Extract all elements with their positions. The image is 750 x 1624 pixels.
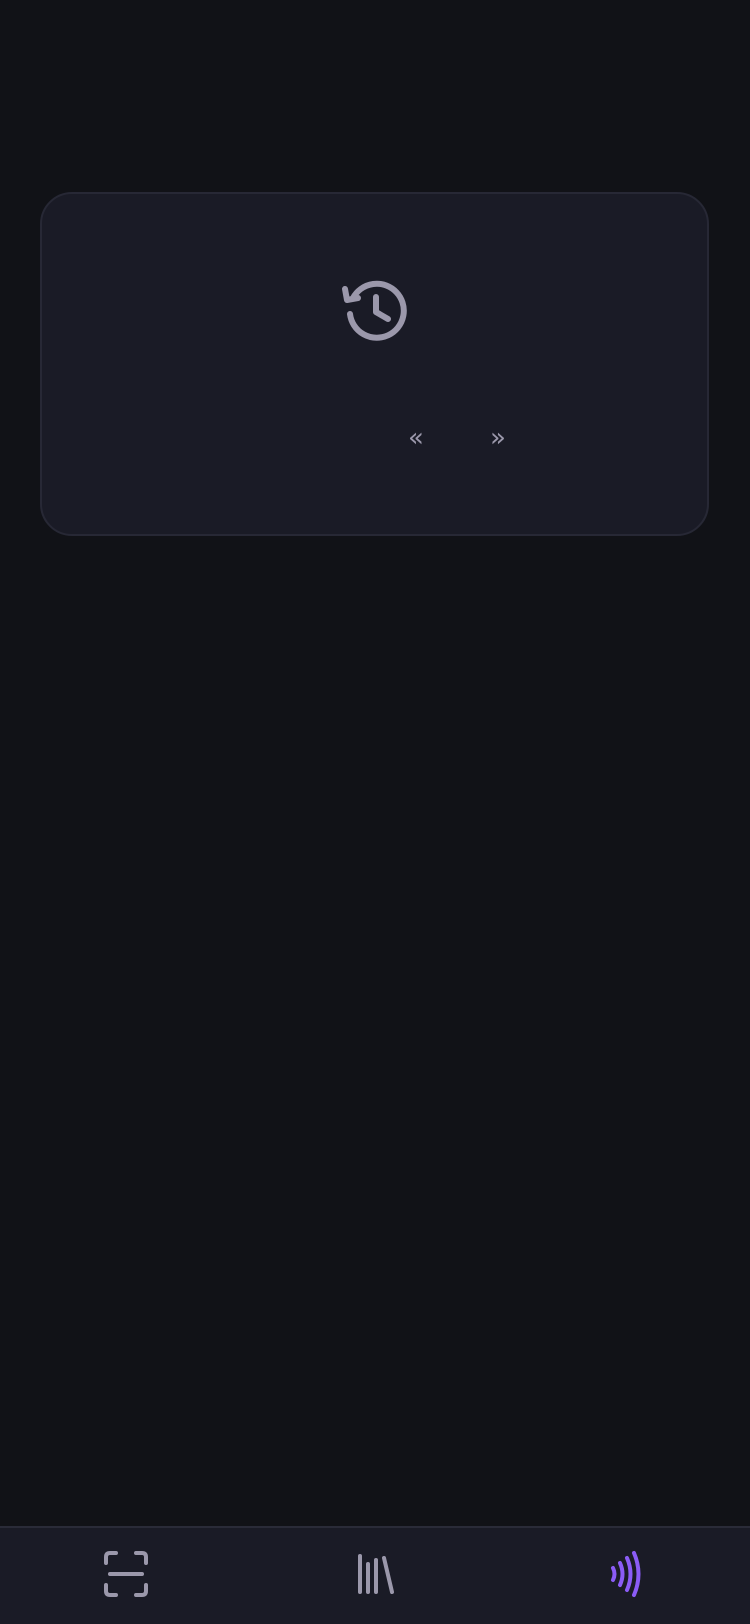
nfc-icon	[598, 1544, 658, 1604]
tab-library[interactable]	[346, 1544, 406, 1604]
history-icon	[341, 276, 411, 346]
scan-icon	[96, 1544, 156, 1604]
history-card	[40, 192, 709, 536]
next-button[interactable]: »	[490, 418, 506, 458]
tab-nfc[interactable]	[598, 1544, 658, 1604]
history-pagination: « »	[400, 418, 520, 458]
library-icon	[346, 1544, 406, 1604]
tab-scan[interactable]	[96, 1544, 156, 1604]
previous-button[interactable]: «	[408, 418, 424, 458]
screen: « »	[0, 0, 750, 1624]
bottom-navigation	[0, 1526, 750, 1624]
